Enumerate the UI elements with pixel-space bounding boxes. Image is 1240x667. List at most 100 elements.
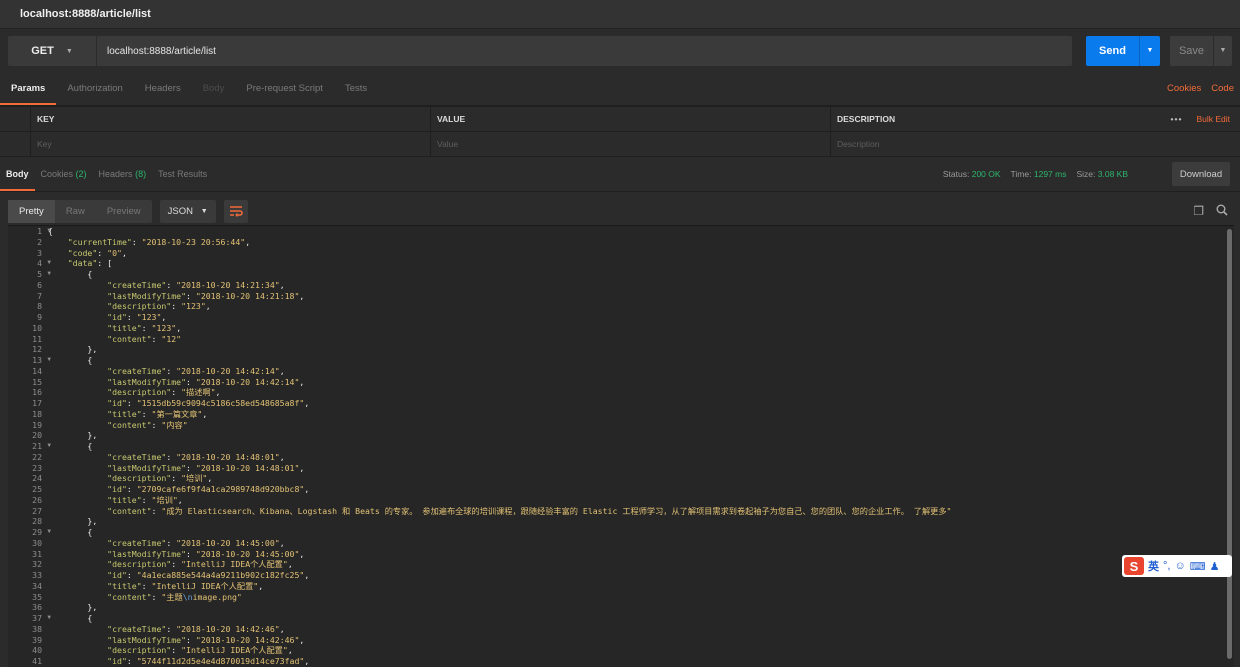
save-options-chevron-icon[interactable]: ▼ bbox=[1213, 36, 1232, 66]
sogou-logo-icon[interactable]: S bbox=[1124, 557, 1144, 575]
tab-body[interactable]: Body bbox=[192, 73, 236, 105]
emoji-icon[interactable]: ☺ bbox=[1174, 560, 1185, 572]
tab-pre-request-script[interactable]: Pre-request Script bbox=[235, 73, 334, 105]
param-description-input[interactable]: Description bbox=[831, 132, 1240, 156]
code-line: "createTime": "2018-10-20 14:48:01", bbox=[107, 451, 285, 462]
tab-headers[interactable]: Headers bbox=[134, 73, 192, 105]
response-actions: ❐ bbox=[1193, 204, 1228, 218]
code-line: "data": [ bbox=[67, 258, 113, 269]
cookies-link[interactable]: Cookies bbox=[1167, 73, 1201, 105]
wrap-lines-button[interactable] bbox=[223, 199, 248, 223]
ime-mode-label[interactable]: 英 bbox=[1148, 558, 1159, 574]
tab-response-cookies[interactable]: Cookies (2) bbox=[35, 157, 93, 191]
view-pretty[interactable]: Pretty bbox=[8, 199, 55, 223]
params-value-header: VALUE bbox=[431, 107, 831, 131]
view-preview[interactable]: Preview bbox=[96, 200, 152, 223]
format-select[interactable]: JSON ▼ bbox=[159, 199, 216, 223]
method-select[interactable]: GET ▼ bbox=[8, 36, 97, 66]
line-number: 3 bbox=[37, 247, 42, 258]
line-number: 2 bbox=[37, 236, 42, 247]
line-number: 41 bbox=[32, 656, 42, 666]
line-number: 1 ▼ bbox=[37, 226, 51, 236]
send-label: Send bbox=[1099, 45, 1126, 57]
line-number: 29 ▼ bbox=[32, 527, 51, 537]
line-number: 9 bbox=[37, 312, 42, 322]
code-line: }, bbox=[48, 602, 98, 613]
scrollbar[interactable] bbox=[1227, 229, 1232, 659]
params-description-header: DESCRIPTION ••• Bulk Edit bbox=[831, 107, 1240, 131]
line-number: 28 bbox=[32, 516, 42, 527]
line-number: 34 bbox=[32, 580, 42, 591]
window-title: localhost:8888/article/list bbox=[20, 8, 151, 20]
code-line: "id": "1515db59c9094c5186c58ed548685a8f"… bbox=[107, 398, 310, 408]
line-number: 15 bbox=[32, 376, 42, 387]
code-line: "createTime": "2018-10-20 14:21:34", bbox=[107, 279, 285, 290]
response-tabs: Body Cookies (2) Headers (8) Test Result… bbox=[0, 157, 1240, 192]
download-button[interactable]: Download bbox=[1172, 162, 1230, 186]
send-options-chevron-icon[interactable]: ▼ bbox=[1139, 36, 1160, 66]
url-input[interactable]: localhost:8888/article/list bbox=[97, 46, 216, 57]
line-number: 37 ▼ bbox=[32, 613, 51, 623]
copy-icon[interactable]: ❐ bbox=[1193, 204, 1204, 218]
line-number: 7 bbox=[37, 290, 42, 301]
code-line: { bbox=[48, 355, 93, 365]
send-button[interactable]: Send ▼ bbox=[1086, 36, 1160, 66]
search-icon[interactable] bbox=[1216, 204, 1228, 216]
line-number: 36 bbox=[32, 602, 42, 613]
params-row-checkbox[interactable] bbox=[0, 132, 31, 156]
code-link[interactable]: Code bbox=[1211, 73, 1234, 105]
line-number: 14 bbox=[32, 365, 42, 376]
view-raw[interactable]: Raw bbox=[55, 200, 96, 223]
tab-tests[interactable]: Tests bbox=[334, 73, 378, 105]
bulk-edit-link[interactable]: Bulk Edit bbox=[1196, 114, 1230, 124]
line-number: 13 ▼ bbox=[32, 355, 51, 365]
code-line: "currentTime": "2018-10-23 20:56:44", bbox=[67, 236, 251, 247]
format-label: JSON bbox=[167, 205, 193, 217]
ime-toolbar[interactable]: S 英 °, ☺ ⌨ ♟ bbox=[1122, 555, 1232, 577]
code-line: "lastModifyTime": "2018-10-20 14:42:46", bbox=[107, 634, 305, 645]
param-key-input[interactable]: Key bbox=[31, 132, 431, 156]
tab-test-results[interactable]: Test Results bbox=[152, 157, 213, 191]
line-number: 18 bbox=[32, 408, 42, 419]
size-info: Size: 3.08 KB bbox=[1076, 169, 1128, 179]
tab-authorization[interactable]: Authorization bbox=[56, 73, 133, 105]
request-url-row: GET ▼ localhost:8888/article/list Send ▼… bbox=[0, 29, 1240, 73]
keyboard-icon[interactable]: ⌨ bbox=[1190, 560, 1206, 573]
time-value: 1297 ms bbox=[1033, 169, 1067, 179]
request-links: Cookies Code bbox=[1167, 73, 1234, 105]
code-line: "code": "0", bbox=[67, 247, 127, 258]
tab-params[interactable]: Params bbox=[0, 73, 57, 105]
params-checkbox-header bbox=[0, 107, 31, 131]
code-line: "createTime": "2018-10-20 14:45:00", bbox=[107, 537, 285, 548]
json-code: { "currentTime": "2018-10-23 20:56:44", … bbox=[48, 226, 1224, 667]
line-number: 33 bbox=[32, 570, 42, 580]
response-body-editor[interactable]: 1 ▼ 2 3 4 ▼ 5 ▼ 6 7 8 9 10 11 12 13 ▼ 14 15 16 17 18 19 20 21 ▼ 22… bbox=[8, 225, 1234, 667]
save-button[interactable]: Save ▼ bbox=[1170, 36, 1232, 66]
size-label: Size: bbox=[1076, 169, 1096, 179]
line-number: 12 bbox=[32, 344, 42, 355]
tab-response-headers[interactable]: Headers (8) bbox=[93, 157, 153, 191]
line-number-gutter: 1 ▼ 2 3 4 ▼ 5 ▼ 6 7 8 9 10 11 12 13 ▼ 14 15 16 17 18 19 20 21 ▼ 22… bbox=[8, 226, 51, 667]
line-number: 11 bbox=[32, 333, 42, 344]
line-number: 5 ▼ bbox=[37, 269, 51, 279]
code-line: { bbox=[48, 441, 93, 451]
punctuation-icon[interactable]: °, bbox=[1163, 560, 1170, 572]
code-line: "lastModifyTime": "2018-10-20 14:42:14", bbox=[107, 376, 305, 387]
request-tabs: Params Authorization Headers Body Pre-re… bbox=[0, 73, 1240, 106]
params-key-header: KEY bbox=[31, 107, 431, 131]
user-icon[interactable]: ♟ bbox=[1210, 560, 1220, 573]
cookies-tab-label: Cookies bbox=[40, 169, 74, 179]
param-value-input[interactable]: Value bbox=[431, 132, 831, 156]
line-number: 31 bbox=[32, 548, 42, 559]
code-line: }, bbox=[48, 516, 98, 527]
code-line: "description": "IntelliJ IDEA个人配置", bbox=[107, 559, 293, 570]
window-title-bar: localhost:8888/article/list bbox=[0, 0, 1240, 29]
response-status-bar: Status: 200 OK Time: 1297 ms Size: 3.08 … bbox=[943, 157, 1128, 191]
chevron-down-icon: ▼ bbox=[65, 47, 73, 55]
view-mode-toggle: Pretty Raw Preview bbox=[8, 199, 152, 223]
more-options-icon[interactable]: ••• bbox=[1171, 114, 1183, 124]
headers-count-badge: (8) bbox=[135, 169, 147, 179]
code-line: "description": "描述啊", bbox=[107, 387, 221, 398]
line-number: 30 bbox=[32, 537, 42, 548]
tab-response-body[interactable]: Body bbox=[0, 157, 35, 191]
